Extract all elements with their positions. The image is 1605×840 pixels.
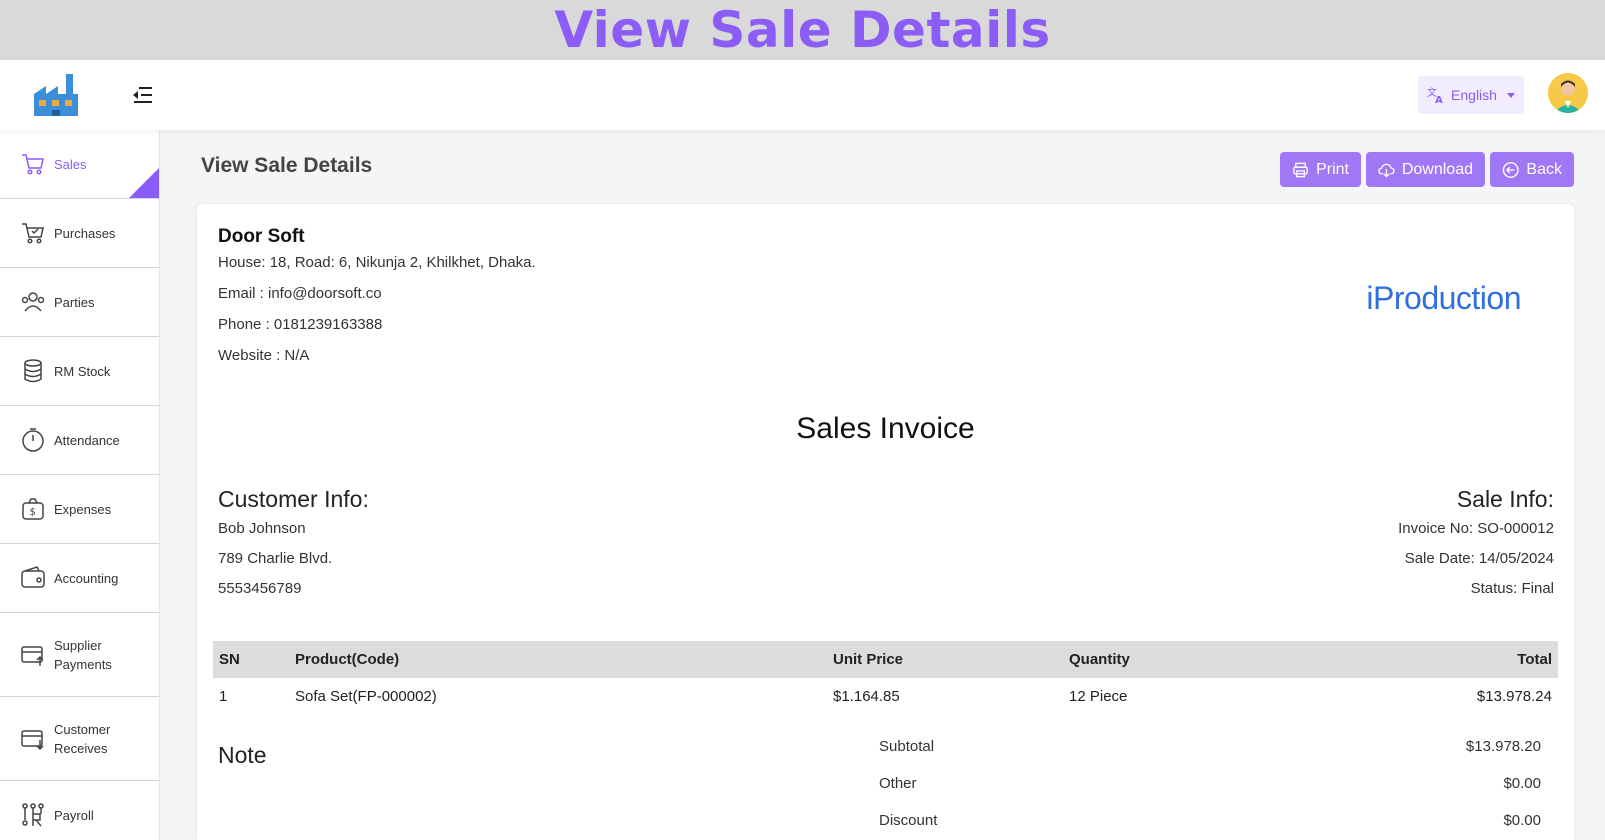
table-header-row: SN Product(Code) Unit Price Quantity Tot…	[213, 641, 1558, 678]
discount-row: Discount $0.00	[879, 802, 1541, 839]
table-cell: 1	[219, 688, 228, 705]
sidebar-item-label: Accounting	[54, 570, 119, 586]
menu-collapse-icon[interactable]	[130, 82, 156, 108]
card-in-icon	[21, 729, 44, 750]
sale-status: Status: Final	[1470, 580, 1554, 597]
company-phone: Phone : 0181239163388	[218, 316, 383, 333]
subtotal-row: Subtotal $13.978.20	[879, 728, 1541, 765]
sale-info-heading: Sale Info:	[1456, 486, 1554, 512]
svg-text:A: A	[1435, 95, 1443, 104]
page-title: View Sale Details	[201, 154, 373, 177]
brand-logo: iProduction	[1366, 280, 1521, 316]
sidebar-item-label: Parties	[54, 294, 95, 310]
banner-title: View Sale Details	[554, 1, 1051, 59]
svg-text:$: $	[30, 507, 36, 518]
sidebar-item-parties[interactable]: Parties	[0, 268, 159, 337]
sidebar-item-label: Sales	[54, 156, 87, 172]
invoice-number: Invoice No: SO-000012	[1398, 520, 1554, 537]
customer-phone: 5553456789	[218, 580, 302, 597]
customer-info-heading: Customer Info:	[218, 486, 369, 512]
back-arrow-icon	[1502, 161, 1519, 178]
other-row: Other $0.00	[879, 765, 1541, 802]
translate-icon: 文 A	[1427, 86, 1443, 104]
totals-label: Subtotal	[879, 738, 935, 755]
totals-value: $0.00	[1503, 812, 1541, 829]
sidebar-item-sales[interactable]: Sales	[0, 130, 159, 199]
stopwatch-icon	[22, 428, 44, 452]
column-header: Product(Code)	[289, 641, 827, 678]
totals-value: $13.978.20	[1465, 738, 1541, 755]
sidebar-item-customer-receives[interactable]: Customer Receives	[0, 697, 159, 781]
sidebar-item-label: Supplier Payments	[54, 637, 112, 672]
back-button[interactable]: Back	[1490, 152, 1574, 187]
sidebar-item-label: Purchases	[54, 225, 116, 241]
sidebar-item-expenses[interactable]: $ Expenses	[0, 475, 159, 544]
sidebar-item-label: Customer Receives	[54, 721, 111, 756]
sidebar-item-supplier-payments[interactable]: Supplier Payments	[0, 613, 159, 697]
invoice-card: Door Soft House: 18, Road: 6, Nikunja 2,…	[197, 204, 1574, 840]
money-bag-icon: $	[22, 498, 44, 520]
note-label: Note	[218, 742, 267, 768]
sidebar-item-purchases[interactable]: Purchases	[0, 199, 159, 268]
table-cell: $1.164.85	[833, 688, 900, 705]
sidebar-item-label: Attendance	[54, 432, 120, 448]
factory-logo-icon[interactable]	[32, 70, 82, 120]
sale-date: Sale Date: 14/05/2024	[1404, 550, 1554, 567]
sidebar-item-label: Payroll	[54, 807, 94, 823]
company-name: Door Soft	[218, 226, 305, 247]
active-indicator	[129, 168, 159, 198]
download-button[interactable]: Download	[1366, 152, 1485, 187]
chevron-down-icon	[1506, 92, 1515, 98]
cart-icon	[22, 154, 44, 175]
column-header: Total	[1313, 641, 1558, 678]
company-info: Door Soft House: 18, Road: 6, Nikunja 2,…	[218, 226, 536, 378]
users-icon	[21, 292, 45, 312]
page-banner: View Sale Details	[0, 0, 1605, 60]
table-cell: 12 Piece	[1069, 688, 1128, 705]
customer-name: Bob Johnson	[218, 520, 306, 537]
totals-label: Discount	[879, 812, 938, 829]
invoice-title: Sales Invoice	[796, 412, 975, 445]
company-address: House: 18, Road: 6, Nikunja 2, Khilkhet,…	[218, 254, 536, 271]
cart-check-icon	[22, 223, 44, 244]
sidebar-item-accounting[interactable]: Accounting	[0, 544, 159, 613]
print-button-label: Print	[1316, 160, 1349, 178]
totals-summary: Subtotal $13.978.20 Other $0.00 Discount…	[879, 728, 1541, 839]
cloud-download-icon	[1378, 163, 1395, 177]
sidebar-item-label: RM Stock	[54, 363, 111, 379]
column-header: Quantity	[1063, 641, 1313, 678]
language-dropdown[interactable]: 文 A English	[1418, 76, 1524, 114]
back-button-label: Back	[1526, 160, 1562, 178]
company-email: Email : info@doorsoft.co	[218, 285, 382, 302]
totals-value: $0.00	[1503, 775, 1541, 792]
wallet-icon	[21, 566, 45, 588]
printer-icon	[1293, 162, 1308, 177]
payroll-icon	[22, 803, 44, 827]
invoice-items-table: SN Product(Code) Unit Price Quantity Tot…	[213, 641, 1558, 715]
totals-label: Other	[879, 775, 917, 792]
column-header: SN	[213, 641, 289, 678]
print-button[interactable]: Print	[1280, 152, 1361, 187]
sidebar: Sales Purchases Parties RM Stock Attenda…	[0, 130, 160, 840]
table-row: 1 Sofa Set(FP-000002) $1.164.85 12 Piece…	[213, 678, 1558, 715]
download-button-label: Download	[1401, 160, 1473, 178]
top-navbar: 文 A English	[0, 60, 1605, 130]
card-out-icon	[21, 645, 44, 666]
table-cell: Sofa Set(FP-000002)	[295, 688, 437, 705]
sidebar-item-payroll[interactable]: Payroll	[0, 781, 159, 840]
company-website: Website : N/A	[218, 347, 310, 364]
sidebar-item-label: Expenses	[54, 501, 112, 517]
column-header: Unit Price	[827, 641, 1063, 678]
customer-address: 789 Charlie Blvd.	[218, 550, 333, 567]
customer-info: Customer Info: Bob Johnson 789 Charlie B…	[218, 486, 369, 610]
language-label: English	[1451, 87, 1497, 103]
avatar-icon	[1548, 73, 1588, 113]
sidebar-item-attendance[interactable]: Attendance	[0, 406, 159, 475]
user-avatar[interactable]	[1548, 73, 1588, 113]
table-cell: $13.978.24	[1476, 688, 1552, 705]
main-content: View Sale Details Print Download Back Do…	[160, 130, 1605, 840]
sidebar-item-rm-stock[interactable]: RM Stock	[0, 337, 159, 406]
database-icon	[24, 359, 42, 383]
sale-info: Sale Info: Invoice No: SO-000012 Sale Da…	[1398, 486, 1554, 610]
